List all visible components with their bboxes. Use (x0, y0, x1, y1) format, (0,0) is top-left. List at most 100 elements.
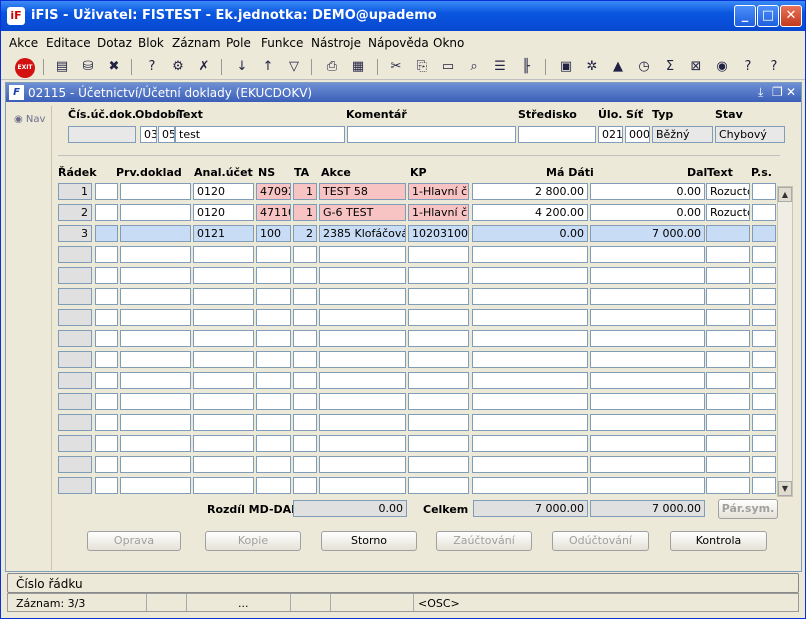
help-topics-icon[interactable]: ? (739, 58, 757, 76)
empty-cell[interactable] (319, 351, 406, 368)
row-1-kp[interactable]: 1-Hlavní čin (408, 183, 469, 200)
execute-query-icon[interactable]: ⚙ (169, 58, 187, 76)
empty-cell[interactable] (590, 456, 705, 473)
empty-cell[interactable] (58, 267, 92, 284)
settings-icon[interactable]: ✲ (583, 58, 601, 76)
query-icon[interactable]: ? (143, 58, 161, 76)
empty-cell[interactable] (193, 288, 254, 305)
empty-cell[interactable] (58, 372, 92, 389)
empty-cell[interactable] (193, 456, 254, 473)
row-3-akce[interactable]: 2385 Klofáčová (319, 225, 406, 242)
row-2-text[interactable]: Rozuctc (706, 204, 750, 221)
empty-cell[interactable] (95, 309, 118, 326)
empty-cell[interactable] (293, 477, 317, 494)
empty-cell[interactable] (193, 351, 254, 368)
row-3-ps[interactable] (752, 225, 776, 242)
empty-cell[interactable] (319, 246, 406, 263)
empty-cell[interactable] (256, 288, 291, 305)
empty-cell[interactable] (706, 330, 750, 347)
excel-icon[interactable]: ⊠ (687, 58, 705, 76)
empty-cell[interactable] (472, 393, 588, 410)
empty-cell[interactable] (319, 477, 406, 494)
empty-cell[interactable] (293, 309, 317, 326)
empty-cell[interactable] (95, 435, 118, 452)
empty-cell[interactable] (408, 372, 469, 389)
menu-akce[interactable]: Akce (9, 36, 38, 50)
empty-cell[interactable] (408, 435, 469, 452)
empty-cell[interactable] (58, 477, 92, 494)
row-3-ns[interactable]: 100 (256, 225, 291, 242)
empty-cell[interactable] (293, 435, 317, 452)
empty-cell[interactable] (590, 246, 705, 263)
web-icon[interactable]: ◉ (713, 58, 731, 76)
row-3-radek[interactable]: 3 (58, 225, 92, 242)
row-2-radek[interactable]: 2 (58, 204, 92, 221)
empty-cell[interactable] (319, 267, 406, 284)
close-button[interactable]: ✕ (780, 5, 802, 27)
row-2-box[interactable] (95, 204, 118, 221)
obdobi-year-field[interactable]: 05 (158, 126, 175, 143)
empty-cell[interactable] (319, 414, 406, 431)
empty-cell[interactable] (256, 267, 291, 284)
empty-cell[interactable] (408, 288, 469, 305)
empty-cell[interactable] (752, 246, 776, 263)
empty-cell[interactable] (120, 246, 191, 263)
row-3-ta[interactable]: 2 (293, 225, 317, 242)
tree-icon[interactable]: ╟ (517, 58, 535, 76)
zauctovani-button[interactable]: Zaúčtování (436, 531, 532, 551)
empty-cell[interactable] (752, 330, 776, 347)
form-close-icon[interactable]: ✕ (786, 85, 796, 99)
print-icon[interactable]: ⎙ (323, 58, 341, 76)
menu-napoveda[interactable]: Nápověda (368, 36, 429, 50)
empty-cell[interactable] (95, 288, 118, 305)
empty-cell[interactable] (95, 477, 118, 494)
sort-asc-icon[interactable]: ↓ (233, 58, 251, 76)
stav-field[interactable]: Chybový (715, 126, 785, 143)
empty-cell[interactable] (706, 477, 750, 494)
empty-cell[interactable] (408, 351, 469, 368)
empty-cell[interactable] (256, 351, 291, 368)
empty-cell[interactable] (319, 288, 406, 305)
empty-cell[interactable] (256, 393, 291, 410)
empty-cell[interactable] (472, 477, 588, 494)
ulo-field[interactable]: 021 (598, 126, 623, 143)
grid-scrollbar[interactable]: ▲ ▼ (777, 186, 793, 497)
row-2-kp[interactable]: 1-Hlavní čin (408, 204, 469, 221)
empty-cell[interactable] (752, 477, 776, 494)
empty-cell[interactable] (193, 246, 254, 263)
cancel-query-icon[interactable]: ✗ (195, 58, 213, 76)
insert-record-icon[interactable]: ▤ (53, 58, 71, 76)
cut-icon[interactable]: ✂ (387, 58, 405, 76)
empty-cell[interactable] (472, 414, 588, 431)
oductovani-button[interactable]: Odúčtování (552, 531, 649, 551)
empty-cell[interactable] (472, 435, 588, 452)
empty-cell[interactable] (752, 267, 776, 284)
empty-cell[interactable] (408, 477, 469, 494)
report-icon[interactable]: ▦ (349, 58, 367, 76)
empty-cell[interactable] (293, 351, 317, 368)
row-2-md[interactable]: 4 200.00 (472, 204, 588, 221)
row-1-md[interactable]: 2 800.00 (472, 183, 588, 200)
empty-cell[interactable] (472, 330, 588, 347)
empty-cell[interactable] (752, 456, 776, 473)
minimize-button[interactable]: _ (734, 5, 756, 27)
row-3-box[interactable] (95, 225, 118, 242)
row-3-text[interactable] (706, 225, 750, 242)
empty-cell[interactable] (408, 456, 469, 473)
empty-cell[interactable] (58, 330, 92, 347)
row-2-ps[interactable] (752, 204, 776, 221)
row-3-kp[interactable]: 10203100000 (408, 225, 469, 242)
empty-cell[interactable] (706, 435, 750, 452)
scroll-down-icon[interactable]: ▼ (778, 481, 792, 496)
row-3-prv[interactable] (120, 225, 191, 242)
empty-cell[interactable] (293, 393, 317, 410)
menu-editace[interactable]: Editace (46, 36, 91, 50)
paste-icon[interactable]: ▭ (439, 58, 457, 76)
empty-cell[interactable] (706, 414, 750, 431)
row-1-anal[interactable]: 0120 (193, 183, 254, 200)
row-1-dal[interactable]: 0.00 (590, 183, 705, 200)
empty-cell[interactable] (706, 267, 750, 284)
kontrola-button[interactable]: Kontrola (670, 531, 767, 551)
row-2-anal[interactable]: 0120 (193, 204, 254, 221)
empty-cell[interactable] (408, 414, 469, 431)
